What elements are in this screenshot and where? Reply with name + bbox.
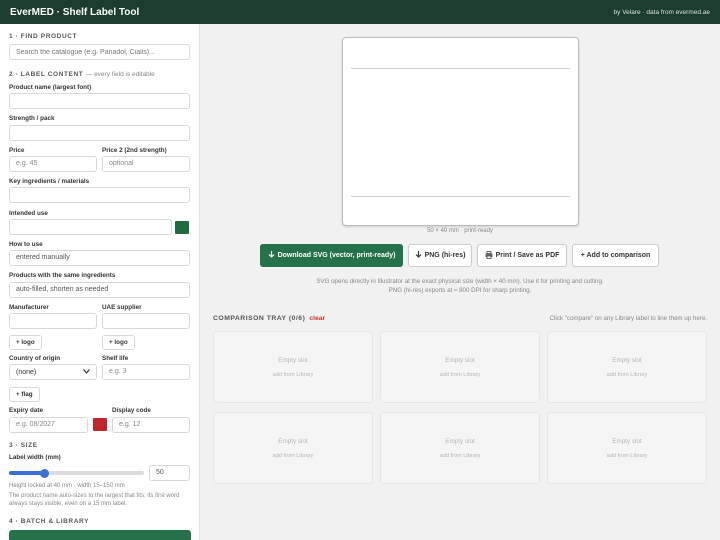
display-code-input[interactable]: e.g. 12 [112, 417, 190, 433]
main-area: 50 × 40 mm · print-ready Download SVG (v… [200, 24, 720, 540]
country-select[interactable]: (none) [9, 364, 97, 380]
supplier-input[interactable] [102, 313, 190, 329]
expiry-input[interactable]: e.g. 08/2027 [9, 417, 88, 433]
supplier-logo-button[interactable]: + logo [102, 335, 135, 350]
download-svg-label: Download SVG (vector, print-ready) [277, 252, 396, 259]
ingredients-label: Key ingredients / materials [9, 178, 90, 185]
label-width-label: Label width (mm) [9, 454, 61, 461]
section-size: 3 · SIZE [9, 442, 38, 449]
slider-knob[interactable] [39, 468, 49, 478]
intended-use-label: Intended use [9, 210, 48, 217]
supplier-label: UAE supplier [102, 304, 142, 311]
slot-sub: add from Library [439, 452, 481, 459]
strength-label: Strength / pack [9, 115, 55, 122]
search-input[interactable] [9, 44, 190, 60]
price2-label: Price 2 (2nd strength) [102, 147, 167, 154]
price2-input[interactable]: optional [102, 156, 190, 172]
intended-use-input[interactable] [9, 219, 172, 235]
slot-title: Empty slot [278, 437, 308, 445]
intended-use-color-swatch[interactable] [175, 221, 189, 234]
slider-fill [9, 471, 45, 475]
how-to-use-input[interactable]: entered manually [9, 250, 190, 266]
ingredients-input[interactable] [9, 187, 190, 203]
sidebar: 1 · FIND PRODUCT 2 · LABEL CONTENT — eve… [0, 24, 200, 540]
comparison-tray-hint: Click "compare" on any Library label to … [549, 315, 707, 322]
png-label: PNG (hi-res) [424, 252, 466, 259]
batch-library-button[interactable] [9, 530, 191, 540]
printer-icon [485, 250, 493, 261]
slot-title: Empty slot [445, 437, 475, 445]
same-ingredients-label: Products with the same ingredients [9, 272, 116, 279]
chevron-down-icon [83, 368, 90, 376]
display-code-label: Display code [112, 407, 151, 414]
autosize-note: The product name auto-sizes to the large… [9, 493, 180, 507]
country-value: (none) [16, 368, 37, 376]
add-to-comparison-button[interactable]: + Add to comparison [572, 244, 659, 267]
download-svg-button[interactable]: Download SVG (vector, print-ready) [260, 244, 403, 267]
export-info: SVG opens directly in Illustrator at the… [316, 278, 604, 294]
strength-input[interactable] [9, 125, 190, 141]
png-button[interactable]: PNG (hi-res) [408, 244, 472, 267]
print-button[interactable]: Print / Save as PDF [477, 244, 567, 267]
manufacturer-logo-button[interactable]: + logo [9, 335, 42, 350]
slot-sub: add from Library [272, 371, 314, 378]
comparison-tray-header: COMPARISON TRAY (0/6) clear [213, 315, 325, 322]
slot-sub: add from Library [606, 371, 648, 378]
slot-sub: add from Library [606, 452, 648, 459]
comparison-slot[interactable]: Empty slot add from Library [547, 331, 707, 403]
preview-caption: 50 × 40 mm · print-ready [427, 228, 493, 234]
shelf-life-input[interactable]: e.g. 3 [102, 364, 190, 380]
section-batch-library: 4 · BATCH & LIBRARY [9, 518, 90, 525]
slot-sub: add from Library [439, 371, 481, 378]
expiry-label: Expiry date [9, 407, 43, 414]
slot-title: Empty slot [612, 437, 642, 445]
country-label: Country of origin [9, 355, 61, 362]
download-icon [268, 250, 275, 261]
label-width-input[interactable]: 50 [149, 465, 190, 481]
shelf-life-label: Shelf life [102, 355, 129, 362]
section-label-content: 2 · LABEL CONTENT — every field is edita… [9, 71, 155, 78]
slot-sub: add from Library [272, 452, 314, 459]
app-title: EverMED · Shelf Label Tool [10, 6, 140, 18]
price-input[interactable]: e.g. 45 [9, 156, 97, 172]
comparison-slot[interactable]: Empty slot add from Library [380, 331, 540, 403]
preview-top-rule [351, 68, 570, 69]
slot-title: Empty slot [445, 356, 475, 364]
section-label-content-title: 2 · LABEL CONTENT [9, 71, 84, 78]
height-note: Height locked at 40 mm · width 15–150 mm [9, 483, 125, 489]
product-name-label: Product name (largest font) [9, 84, 92, 91]
download-icon [415, 250, 422, 261]
comparison-tray-title: COMPARISON TRAY (0/6) [213, 315, 306, 322]
comparison-slot[interactable]: Empty slot add from Library [380, 412, 540, 484]
clear-tray-link[interactable]: clear [309, 315, 325, 322]
slot-title: Empty slot [278, 356, 308, 364]
comparison-slot[interactable]: Empty slot add from Library [547, 412, 707, 484]
expiry-color-swatch[interactable] [93, 418, 107, 431]
label-preview [342, 37, 579, 226]
comparison-slot[interactable]: Empty slot add from Library [213, 331, 373, 403]
section-note: — every field is editable [85, 71, 155, 78]
preview-bottom-rule [351, 196, 570, 197]
section-find-product: 1 · FIND PRODUCT [9, 33, 78, 40]
product-name-input[interactable] [9, 93, 190, 109]
slot-title: Empty slot [612, 356, 642, 364]
byline: by Velare · data from evermed.ae [613, 8, 710, 16]
flag-button[interactable]: + flag [9, 387, 40, 402]
comparison-slot[interactable]: Empty slot add from Library [213, 412, 373, 484]
manufacturer-label: Manufacturer [9, 304, 49, 311]
label-width-slider[interactable] [9, 468, 144, 478]
manufacturer-input[interactable] [9, 313, 97, 329]
price-label: Price [9, 147, 25, 154]
print-label: Print / Save as PDF [495, 252, 560, 259]
how-to-use-label: How to use [9, 241, 43, 248]
top-bar: EverMED · Shelf Label Tool by Velare · d… [0, 0, 720, 24]
same-ingredients-input[interactable]: auto-filled, shorten as needed [9, 282, 190, 298]
